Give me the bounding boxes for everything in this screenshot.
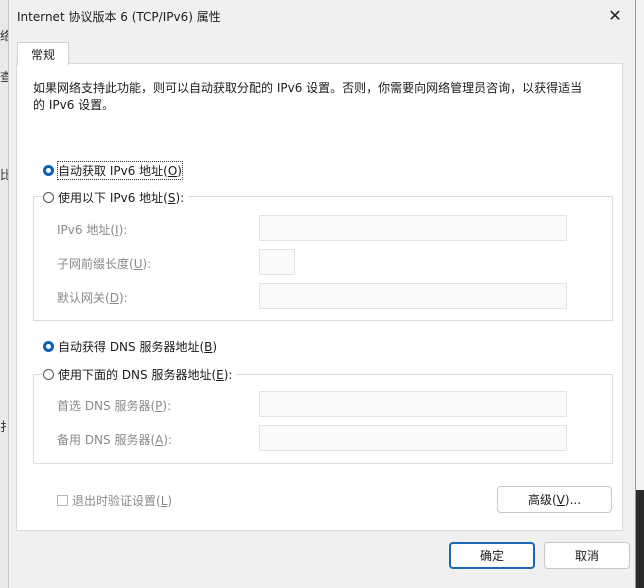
ok-button[interactable]: 确定 [449, 542, 535, 569]
tab-general-label: 常规 [30, 47, 55, 62]
checkbox-unchecked-icon [57, 495, 68, 506]
background-window-edge: 络 查 比 扌 [0, 0, 12, 588]
tab-general[interactable]: 常规 [17, 42, 69, 65]
auto-dns-label: 自动获得 DNS 服务器地址(B) [58, 340, 218, 354]
radio-unselected-icon [43, 369, 54, 380]
default-gateway-input[interactable] [259, 283, 567, 309]
radio-selected-icon [43, 341, 54, 352]
cancel-button[interactable]: 取消 [544, 542, 630, 569]
validate-on-exit-checkbox[interactable]: 退出时验证设置(L) [57, 492, 172, 509]
close-button[interactable]: ✕ [595, 0, 635, 30]
advanced-button[interactable]: 高级(V)... [497, 486, 612, 513]
preferred-dns-input[interactable] [259, 391, 567, 417]
validate-on-exit-label: 退出时验证设置(L) [72, 494, 173, 508]
radio-selected-icon [43, 165, 54, 176]
radio-unselected-icon [43, 192, 54, 203]
alternate-dns-input[interactable] [259, 425, 567, 451]
auto-ipv6-label: 自动获取 IPv6 地址(O) [57, 161, 183, 180]
manual-ipv6-label: 使用以下 IPv6 地址(S): [58, 191, 185, 205]
default-gateway-label: 默认网关(D): [57, 291, 128, 305]
ipv6-properties-dialog: Internet 协议版本 6 (TCP/IPv6) 属性 ✕ 常规 如果网络支… [8, 0, 636, 588]
manual-dns-label: 使用下面的 DNS 服务器地址(E): [58, 368, 233, 382]
auto-ipv6-radio[interactable]: 自动获取 IPv6 地址(O) [43, 161, 186, 180]
alternate-dns-label: 备用 DNS 服务器(A): [57, 433, 173, 447]
subnet-prefix-input[interactable] [259, 249, 295, 275]
preferred-dns-label: 首选 DNS 服务器(P): [57, 399, 172, 413]
title-bar: Internet 协议版本 6 (TCP/IPv6) 属性 ✕ [9, 0, 635, 30]
manual-ipv6-radio[interactable]: 使用以下 IPv6 地址(S): [43, 189, 189, 206]
close-icon: ✕ [608, 5, 622, 25]
window-title: Internet 协议版本 6 (TCP/IPv6) 属性 [17, 10, 221, 24]
auto-dns-radio[interactable]: 自动获得 DNS 服务器地址(B) [43, 338, 222, 355]
general-panel: 如果网络支持此功能，则可以自动获取分配的 IPv6 设置。否则，你需要向网络管理… [16, 63, 623, 531]
manual-dns-radio[interactable]: 使用下面的 DNS 服务器地址(E): [43, 366, 237, 383]
ipv6-address-label: IPv6 地址(I): [57, 223, 128, 237]
subnet-prefix-label: 子网前缀长度(U): [57, 257, 152, 271]
description-text: 如果网络支持此功能，则可以自动获取分配的 IPv6 设置。否则，你需要向网络管理… [33, 81, 583, 112]
ipv6-address-input[interactable] [259, 215, 567, 241]
background-window-edge-right [636, 490, 644, 588]
